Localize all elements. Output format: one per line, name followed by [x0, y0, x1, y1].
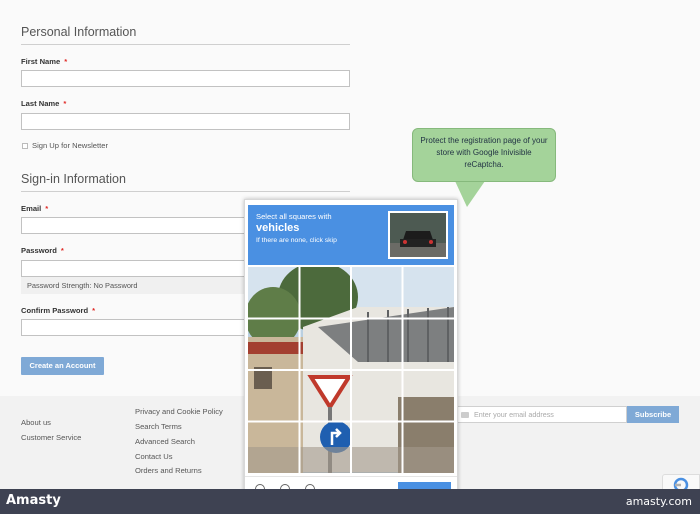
captcha-header: Select all squares with vehicles If ther…: [248, 205, 454, 265]
section-divider: [21, 191, 350, 192]
footer-link-about[interactable]: About us: [21, 418, 51, 427]
footer-link-search-terms[interactable]: Search Terms: [135, 422, 182, 431]
captcha-target: vehicles: [256, 222, 300, 234]
first-name-input[interactable]: [21, 70, 350, 87]
personal-info-title: Personal Information: [21, 25, 137, 39]
captcha-sample-image: [388, 211, 448, 259]
subscribe-button[interactable]: Subscribe: [627, 406, 679, 423]
captcha-image-grid[interactable]: [245, 262, 454, 473]
brand-logo: Amasty: [6, 493, 61, 508]
car-image: [390, 213, 446, 257]
envelope-icon: [461, 412, 469, 418]
footer-link-privacy[interactable]: Privacy and Cookie Policy: [135, 407, 223, 416]
callout-bubble: Protect the registration page of your st…: [412, 128, 556, 182]
email-label: Email *: [21, 204, 49, 213]
branding-bar: Amasty amasty.com: [0, 489, 700, 514]
captcha-street-image: [245, 262, 454, 473]
newsletter-email-input[interactable]: Enter your email address: [455, 406, 627, 423]
callout-tail: [455, 181, 485, 207]
last-name-label: Last Name *: [21, 99, 67, 108]
newsletter-checkbox[interactable]: [22, 143, 28, 149]
first-name-label: First Name *: [21, 57, 68, 66]
newsletter-label: Sign Up for Newsletter: [32, 141, 108, 150]
section-divider: [21, 44, 350, 45]
footer-link-orders[interactable]: Orders and Returns: [135, 466, 202, 475]
footer-link-contact[interactable]: Contact Us: [135, 452, 173, 461]
footer-link-advanced-search[interactable]: Advanced Search: [135, 437, 195, 446]
captcha-instruction: Select all squares with: [256, 212, 332, 221]
signin-info-title: Sign-in Information: [21, 172, 126, 186]
captcha-skip-hint: If there are none, click skip: [256, 237, 337, 244]
brand-website: amasty.com: [625, 495, 692, 508]
create-account-button[interactable]: Create an Account: [21, 357, 104, 375]
confirm-password-label: Confirm Password *: [21, 306, 96, 315]
password-label: Password *: [21, 246, 64, 255]
newsletter-placeholder: Enter your email address: [474, 410, 554, 419]
recaptcha-challenge: Select all squares with vehicles If ther…: [244, 199, 458, 497]
footer-link-customer-service[interactable]: Customer Service: [21, 433, 81, 442]
last-name-input[interactable]: [21, 113, 350, 130]
